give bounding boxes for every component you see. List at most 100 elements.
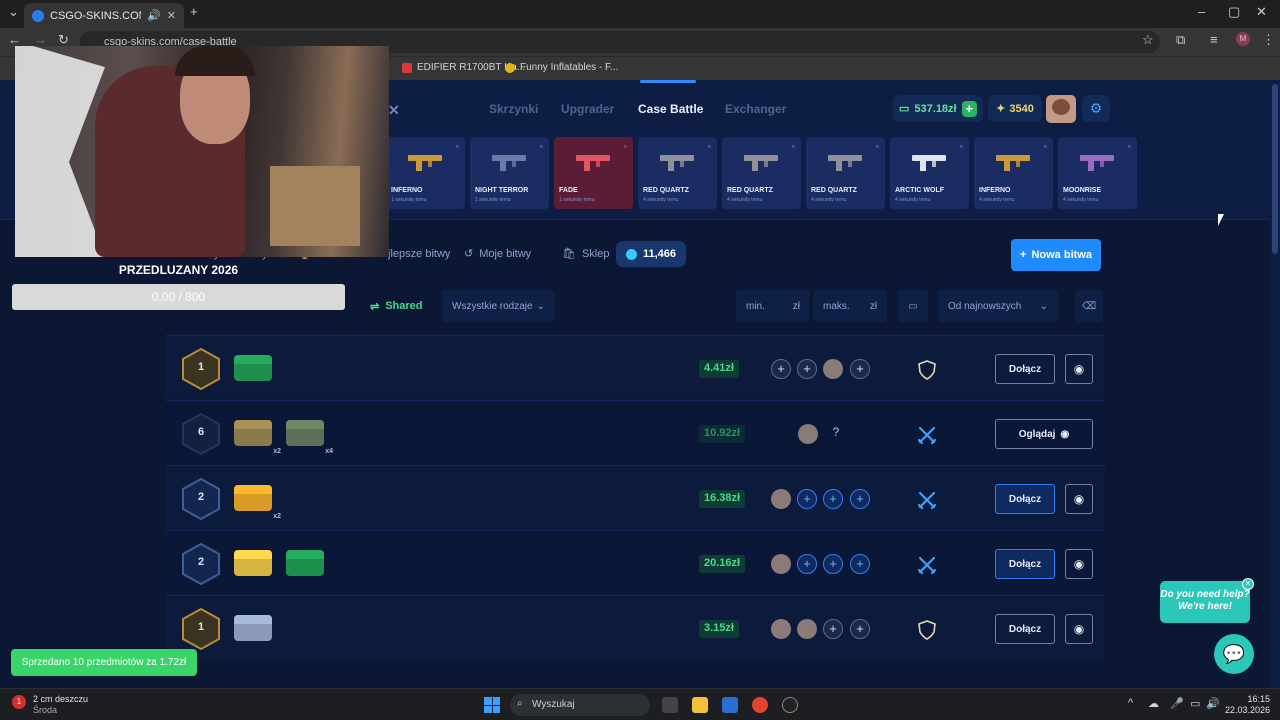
settings-gear-icon[interactable]: ⚙ [1082, 95, 1110, 122]
join-slot-button[interactable]: + [771, 359, 791, 379]
eye-icon[interactable]: ◉ [1065, 354, 1093, 384]
join-battle-button[interactable]: Dołącz [995, 354, 1055, 384]
page-scrollbar[interactable] [1270, 80, 1280, 688]
help-close-icon[interactable]: ✕ [1242, 578, 1254, 590]
drop-skin-name: RED QUARTZ [727, 187, 773, 194]
back-icon[interactable]: ← [8, 32, 21, 47]
join-slot-button[interactable]: + [850, 489, 870, 509]
player-avatar[interactable] [823, 359, 843, 379]
maximize-icon[interactable]: ▢ [1228, 4, 1240, 20]
wallet-balance[interactable]: ▭ 537.18zł + [893, 95, 983, 122]
live-drop-card[interactable]: ▫ INFERNO 4 sekundy temu [974, 137, 1053, 209]
close-window-icon[interactable]: ✕ [1256, 4, 1267, 20]
notification-badge-icon[interactable]: 1 [12, 695, 26, 709]
nav-upgrader[interactable]: Upgrader [561, 102, 614, 116]
tab-list-icon[interactable]: ⌄ [8, 4, 19, 20]
nav-skrzynki[interactable]: Skrzynki [489, 102, 538, 116]
live-drop-card[interactable]: ▫ INFERNO 1 sekundę temu [386, 137, 465, 209]
join-slot-button[interactable]: + [823, 554, 843, 574]
extensions-icon[interactable]: ⧉ [1176, 32, 1185, 48]
min-price-input[interactable]: min. zł [736, 290, 810, 322]
network-icon[interactable]: ▭ [1190, 697, 1200, 710]
deposit-button[interactable]: + [961, 100, 977, 117]
battle-row[interactable]: 1 3.15zł + + Dołącz ◉ [166, 595, 1105, 659]
mic-icon[interactable]: 🎤 [1170, 697, 1184, 710]
tab-shop[interactable]: 🛍 Sklep [562, 247, 610, 261]
live-drop-card[interactable]: ▫ ARCTIC WOLF 4 sekundy temu [890, 137, 969, 209]
battle-row[interactable]: 2 20.16zł + + + Dołącz ◉ [166, 530, 1105, 594]
audio-icon[interactable]: 🔊 [147, 9, 161, 22]
chat-icon[interactable]: 💬 [1214, 634, 1254, 674]
type-select[interactable]: Wszystkie rodzaje ⌄ [442, 290, 555, 322]
player-avatar[interactable] [771, 554, 791, 574]
clear-filters-icon[interactable]: ⌫ [1075, 290, 1103, 322]
nav-exchanger[interactable]: Exchanger [725, 102, 786, 116]
taskbar-search-placeholder: Wyszukaj [532, 699, 575, 710]
windows-start-icon[interactable] [484, 697, 500, 713]
task-view-icon[interactable] [662, 697, 678, 713]
join-battle-button[interactable]: Dołącz [995, 549, 1055, 579]
menu-icon[interactable]: ⋮ [1262, 32, 1275, 48]
close-tab-icon[interactable]: ✕ [167, 9, 176, 22]
watch-battle-button[interactable]: Oglądaj ◉ [995, 419, 1093, 449]
store-icon[interactable] [722, 697, 738, 713]
sort-select[interactable]: Od najnowszych ⌄ [938, 290, 1058, 322]
live-drop-card[interactable]: ▫ NIGHT TERROR 1 sekundę temu [470, 137, 549, 209]
live-drop-card[interactable]: ▫ RED QUARTZ 4 sekundy temu [638, 137, 717, 209]
live-drop-card[interactable]: ▫ FADE 1 sekundę temu [554, 137, 633, 209]
volume-icon[interactable]: 🔊 [1206, 697, 1220, 710]
nav-case-battle[interactable]: Case Battle [638, 102, 703, 116]
taskbar-search[interactable]: ⌕ Wyszukaj [510, 694, 650, 716]
join-slot-button[interactable]: + [823, 489, 843, 509]
join-slot-button[interactable]: + [797, 489, 817, 509]
new-tab-icon[interactable]: + [190, 4, 198, 19]
chrome-icon[interactable] [752, 697, 768, 713]
join-slot-button[interactable]: + [850, 359, 870, 379]
eye-icon[interactable]: ◉ [1065, 549, 1093, 579]
join-slot-button[interactable]: + [797, 554, 817, 574]
battle-row[interactable]: 2 x2 16.38zł + + + Dołącz ◉ [166, 465, 1105, 529]
file-explorer-icon[interactable] [692, 697, 708, 713]
bookmark-star-icon[interactable]: ☆ [1142, 32, 1154, 48]
live-drop-card[interactable]: ▫ RED QUARTZ 4 sekundy temu [806, 137, 885, 209]
cloud-icon[interactable]: ☁ [1148, 697, 1159, 710]
browser-tab[interactable]: CSGO-SKINS.COM - Najlep 🔊 ✕ [24, 3, 184, 28]
media-icon[interactable]: ≡ [1210, 32, 1218, 47]
join-slot-button[interactable]: + [850, 554, 870, 574]
player-avatar[interactable] [798, 424, 818, 444]
join-slot-button[interactable]: + [823, 619, 843, 639]
x-social-icon[interactable]: ✕ [388, 102, 400, 119]
eye-icon[interactable]: ◉ [1065, 484, 1093, 514]
player-avatar[interactable] [771, 489, 791, 509]
minimize-icon[interactable]: – [1198, 4, 1205, 19]
coins-balance[interactable]: ✦ 3540 [988, 95, 1042, 122]
obs-icon[interactable] [782, 697, 798, 713]
join-battle-button[interactable]: Dołącz [995, 484, 1055, 514]
profile-avatar[interactable]: M [1236, 32, 1250, 46]
player-avatar[interactable] [771, 619, 791, 639]
battle-row[interactable]: 1 4.41zł + + + Dołącz ◉ [166, 335, 1105, 399]
battle-row[interactable]: 6 x2 x4 10.92zł? Oglądaj ◉ [166, 400, 1105, 464]
round-count: 2 [197, 556, 205, 568]
max-price-input[interactable]: maks. zł [813, 290, 887, 322]
gems-balance[interactable]: 11,466 [616, 241, 687, 267]
player-avatar[interactable] [797, 619, 817, 639]
live-drop-card[interactable]: ▫ MOONRISE 4 sekundy temu [1058, 137, 1137, 209]
bookmark-2[interactable]: Funny Inflatables - F... [505, 62, 618, 73]
join-slot-button[interactable]: + [850, 619, 870, 639]
wallet-filter-icon[interactable]: ▭ [898, 290, 928, 322]
tray-chevron-icon[interactable]: ^ [1128, 697, 1133, 709]
weather-widget[interactable]: 2 cm deszczu Środa [33, 694, 88, 716]
join-slot-button[interactable]: + [797, 359, 817, 379]
live-drop-card[interactable]: ▫ RED QUARTZ 4 sekundy temu [722, 137, 801, 209]
tab-my-battles[interactable]: ↺ Moje bitwy [464, 247, 531, 261]
eye-icon[interactable]: ◉ [1065, 614, 1093, 644]
taskbar-clock[interactable]: 16:15 22.03.2026 [1222, 694, 1270, 716]
user-avatar[interactable] [1046, 95, 1076, 123]
help-bubble[interactable]: Do you need help? We're here! [1160, 581, 1250, 623]
scrollbar-thumb[interactable] [1272, 84, 1278, 254]
shared-filter[interactable]: ⇌ Shared [360, 290, 433, 322]
forward-icon[interactable]: → [34, 32, 47, 47]
join-battle-button[interactable]: Dołącz [995, 614, 1055, 644]
new-battle-button[interactable]: + Nowa bitwa [1011, 239, 1101, 271]
